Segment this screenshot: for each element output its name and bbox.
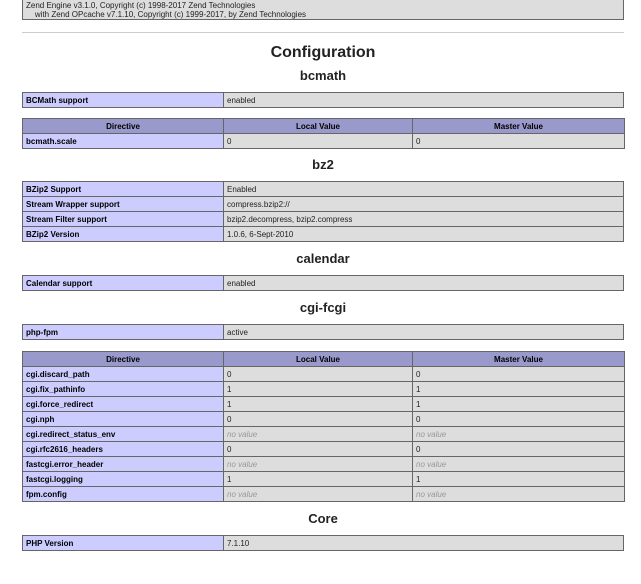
info-key: Stream Filter support — [22, 211, 224, 227]
info-key: PHP Version — [22, 535, 224, 551]
master-value: no value — [412, 456, 625, 472]
directive-header: Directive — [22, 118, 224, 134]
divider — [22, 32, 624, 33]
engine-line-2: with Zend OPcache v7.1.10, Copyright (c)… — [26, 10, 307, 19]
directive-name: cgi.discard_path — [22, 366, 224, 382]
info-value: bzip2.decompress, bzip2.compress — [223, 211, 624, 227]
info-key: BCMath support — [22, 92, 224, 108]
directive-name: fastcgi.logging — [22, 471, 224, 487]
table-header-row: Directive Local Value Master Value — [22, 118, 625, 134]
local-value: 1 — [223, 381, 413, 397]
table-row: BZip2 Support Enabled — [22, 181, 624, 197]
info-key: BZip2 Version — [22, 226, 224, 242]
bz2-info-table: BZip2 Support Enabled Stream Wrapper sup… — [22, 181, 624, 242]
master-value: 1 — [412, 396, 625, 412]
zend-engine-info: Zend Engine v3.1.0, Copyright (c) 1998-2… — [22, 0, 624, 20]
local-value: no value — [223, 456, 413, 472]
master-value: 0 — [412, 441, 625, 457]
directive-name: cgi.rfc2616_headers — [22, 441, 224, 457]
section-title-bz2: bz2 — [312, 157, 334, 172]
local-value: 0 — [223, 133, 413, 149]
info-value: compress.bzip2:// — [223, 196, 624, 212]
directive-name: cgi.redirect_status_env — [22, 426, 224, 442]
local-value: 1 — [223, 396, 413, 412]
section-title-calendar: calendar — [296, 251, 350, 266]
master-value-header: Master Value — [412, 118, 625, 134]
table-row: cgi.force_redirect 1 1 — [22, 396, 625, 412]
directive-name: cgi.nph — [22, 411, 224, 427]
local-value: 0 — [223, 411, 413, 427]
table-row: PHP Version 7.1.10 — [22, 535, 624, 551]
info-value: 1.0.6, 6-Sept-2010 — [223, 226, 624, 242]
table-row: Calendar support enabled — [22, 275, 624, 291]
master-value: 1 — [412, 471, 625, 487]
info-key: BZip2 Support — [22, 181, 224, 197]
table-row: cgi.discard_path 0 0 — [22, 366, 625, 382]
local-value-header: Local Value — [223, 118, 413, 134]
table-row: cgi.fix_pathinfo 1 1 — [22, 381, 625, 397]
local-value-header: Local Value — [223, 351, 413, 367]
table-row: BZip2 Version 1.0.6, 6-Sept-2010 — [22, 226, 624, 242]
master-value-header: Master Value — [412, 351, 625, 367]
directive-name: bcmath.scale — [22, 133, 224, 149]
table-row: php-fpm active — [22, 324, 624, 340]
local-value: no value — [223, 486, 413, 502]
engine-line-1: Zend Engine v3.1.0, Copyright (c) 1998-2… — [26, 1, 256, 10]
table-row: BCMath support enabled — [22, 92, 624, 108]
master-value: 0 — [412, 366, 625, 382]
directive-header: Directive — [22, 351, 224, 367]
table-header-row: Directive Local Value Master Value — [22, 351, 625, 367]
table-row: bcmath.scale 0 0 — [22, 133, 625, 149]
directive-name: cgi.fix_pathinfo — [22, 381, 224, 397]
cgi-fcgi-directives-table: Directive Local Value Master Value cgi.d… — [22, 351, 625, 502]
master-value: 0 — [412, 133, 625, 149]
section-title-bcmath: bcmath — [299, 68, 347, 83]
info-value: 7.1.10 — [223, 535, 624, 551]
info-value: enabled — [223, 92, 624, 108]
directive-name: fpm.config — [22, 486, 224, 502]
directive-name: fastcgi.error_header — [22, 456, 224, 472]
table-row: fastcgi.error_header no value no value — [22, 456, 625, 472]
table-row: fpm.config no value no value — [22, 486, 625, 502]
master-value: 1 — [412, 381, 625, 397]
local-value: 0 — [223, 366, 413, 382]
table-row: fastcgi.logging 1 1 — [22, 471, 625, 487]
cgi-fcgi-info-table: php-fpm active — [22, 324, 624, 340]
info-key: php-fpm — [22, 324, 224, 340]
page-title: Configuration — [270, 44, 376, 61]
info-value: active — [223, 324, 624, 340]
master-value: 0 — [412, 411, 625, 427]
info-value: Enabled — [223, 181, 624, 197]
calendar-info-table: Calendar support enabled — [22, 275, 624, 291]
local-value: 0 — [223, 441, 413, 457]
info-key: Calendar support — [22, 275, 224, 291]
section-title-cgi-fcgi: cgi-fcgi — [299, 300, 347, 315]
core-info-table: PHP Version 7.1.10 — [22, 535, 624, 551]
local-value: 1 — [223, 471, 413, 487]
section-title-core: Core — [308, 511, 338, 526]
bcmath-directives-table: Directive Local Value Master Value bcmat… — [22, 118, 625, 149]
table-row: cgi.nph 0 0 — [22, 411, 625, 427]
table-row: cgi.redirect_status_env no value no valu… — [22, 426, 625, 442]
master-value: no value — [412, 486, 625, 502]
local-value: no value — [223, 426, 413, 442]
directive-name: cgi.force_redirect — [22, 396, 224, 412]
master-value: no value — [412, 426, 625, 442]
table-row: Stream Wrapper support compress.bzip2:// — [22, 196, 624, 212]
table-row: cgi.rfc2616_headers 0 0 — [22, 441, 625, 457]
phpinfo-page: Zend Engine v3.1.0, Copyright (c) 1998-2… — [22, 0, 625, 551]
info-key: Stream Wrapper support — [22, 196, 224, 212]
table-row: Stream Filter support bzip2.decompress, … — [22, 211, 624, 227]
bcmath-info-table: BCMath support enabled — [22, 92, 624, 108]
info-value: enabled — [223, 275, 624, 291]
